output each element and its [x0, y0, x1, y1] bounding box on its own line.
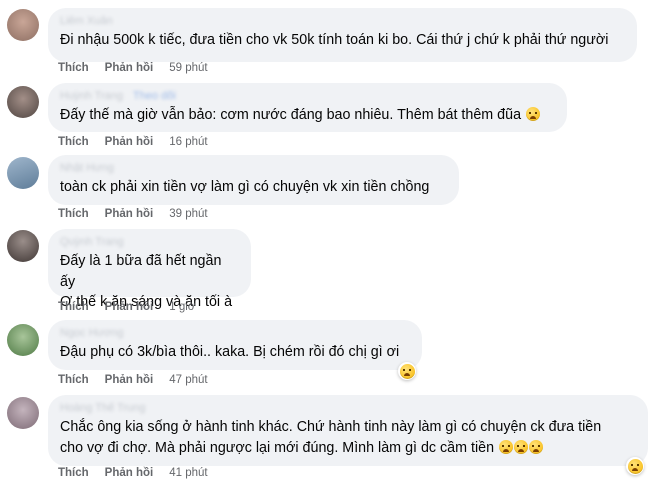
sad-face-icon: [627, 458, 643, 474]
comment-timestamp[interactable]: 16 phút: [169, 136, 207, 148]
comment-timestamp[interactable]: 1 giờ: [169, 301, 195, 313]
comment-author-name[interactable]: Huỳnh Trang: [60, 90, 123, 102]
comment-author[interactable]: Ngọc Hương: [60, 326, 410, 340]
like-button[interactable]: Thích: [58, 301, 89, 313]
reply-button[interactable]: Phản hồi: [105, 374, 154, 386]
comment-timestamp[interactable]: 47 phút: [169, 374, 207, 386]
crying-face-icon: [499, 439, 514, 454]
comment-text: toàn ck phải xin tiền vợ làm gì có chuyệ…: [60, 179, 430, 195]
comment-text: Đi nhậu 500k k tiếc, đưa tiền cho vk 50k…: [60, 32, 609, 48]
like-button[interactable]: Thích: [58, 374, 89, 386]
comment-author[interactable]: Quỳnh Trang: [60, 235, 239, 249]
comment-timestamp[interactable]: 39 phút: [169, 208, 207, 220]
reply-button[interactable]: Phản hồi: [105, 62, 154, 74]
avatar[interactable]: [7, 397, 39, 429]
comment-actions: Thích Phản hồi 41 phút: [58, 467, 208, 479]
comment-bubble: Quỳnh Trang Đấy là 1 bữa đã hết ngần ấy …: [48, 229, 251, 310]
comment-bubble: Hoàng Thế Trung Chắc ông kia sống ở hành…: [48, 395, 648, 466]
comment-text: Đấy thế mà giờ vẫn bảo: cơm nước đáng ba…: [60, 105, 555, 126]
comment-bubble: Huỳnh Trang Theo dõi Đấy thế mà giờ vẫn b…: [48, 83, 567, 132]
comment-actions: Thích Phản hồi 16 phút: [58, 136, 208, 148]
reaction-badge[interactable]: [626, 457, 644, 475]
comment-text-content: Đấy thế mà giờ vẫn bảo: cơm nước đáng ba…: [60, 107, 522, 123]
crying-face-icon: [529, 439, 544, 454]
laughing-face-icon: [399, 363, 415, 379]
comment-timestamp[interactable]: 59 phút: [169, 62, 207, 74]
comment-bubble: Ngọc Hương Đậu phụ có 3k/bìa thôi.. kaka…: [48, 320, 422, 370]
crying-face-icon: [514, 439, 529, 454]
avatar[interactable]: [7, 86, 39, 118]
reply-button[interactable]: Phản hồi: [105, 467, 154, 479]
comment-author[interactable]: Huỳnh Trang Theo dõi: [60, 89, 555, 103]
like-button[interactable]: Thích: [58, 136, 89, 148]
comment-bubble: Liêm Xuân Đi nhậu 500k k tiếc, đưa tiền …: [48, 8, 637, 62]
reply-button[interactable]: Phản hồi: [105, 301, 154, 313]
reaction-badge[interactable]: [398, 362, 416, 380]
comment-timestamp[interactable]: 41 phút: [169, 467, 207, 479]
comment-actions: Thích Phản hồi 47 phút: [58, 374, 208, 386]
comment-author[interactable]: Nhật Hưng: [60, 161, 447, 175]
avatar[interactable]: [7, 230, 39, 262]
crying-face-icon: [526, 107, 541, 121]
comment-actions: Thích Phản hồi 1 giờ: [58, 301, 195, 313]
comment-author[interactable]: Hoàng Thế Trung: [60, 401, 636, 415]
like-button[interactable]: Thích: [58, 467, 89, 479]
reply-button[interactable]: Phản hồi: [105, 136, 154, 148]
comment-actions: Thích Phản hồi 59 phút: [58, 62, 208, 74]
avatar[interactable]: [7, 9, 39, 41]
comment-text: Đậu phụ có 3k/bìa thôi.. kaka. Bị chém r…: [60, 344, 400, 360]
comment-text: Chắc ông kia sống ở hành tinh khác. Chứ …: [60, 417, 636, 458]
avatar[interactable]: [7, 324, 39, 356]
comment-author[interactable]: Liêm Xuân: [60, 14, 625, 28]
comment-actions: Thích Phản hồi 39 phút: [58, 208, 208, 220]
avatar[interactable]: [7, 157, 39, 189]
like-button[interactable]: Thích: [58, 62, 89, 74]
comment-bubble: Nhật Hưng toàn ck phải xin tiền vợ làm g…: [48, 155, 459, 205]
follow-link[interactable]: Theo dõi: [133, 90, 176, 102]
reply-button[interactable]: Phản hồi: [105, 208, 154, 220]
like-button[interactable]: Thích: [58, 208, 89, 220]
